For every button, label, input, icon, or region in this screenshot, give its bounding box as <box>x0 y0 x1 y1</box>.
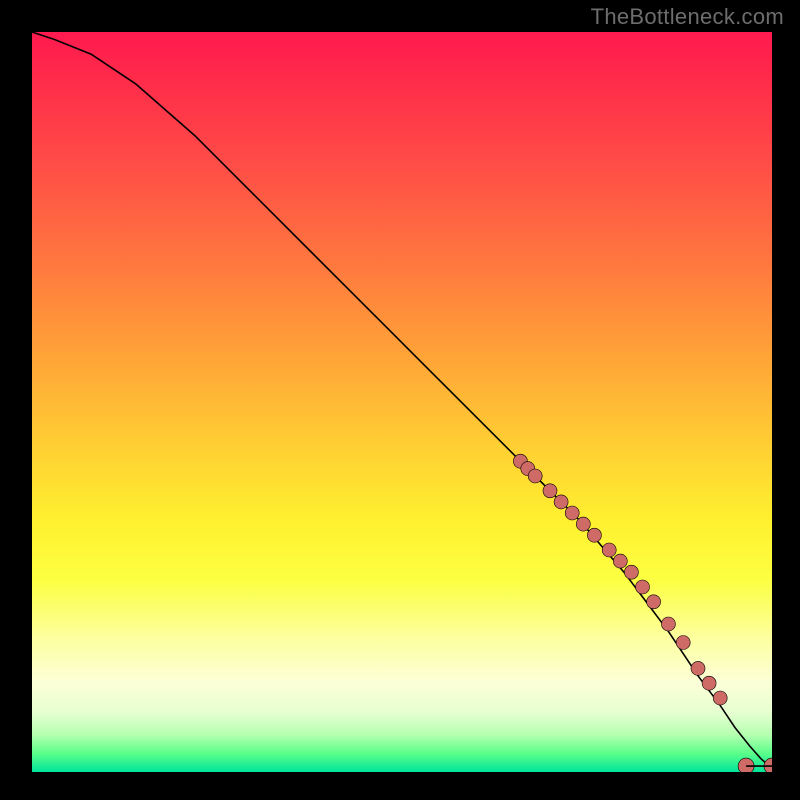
chart-overlay <box>32 32 772 772</box>
data-point <box>636 580 650 594</box>
data-point <box>602 543 616 557</box>
data-point <box>764 758 772 772</box>
chart-frame: TheBottleneck.com <box>0 0 800 800</box>
bottom-points <box>738 758 772 772</box>
data-point <box>543 484 557 498</box>
data-point <box>554 495 568 509</box>
data-point <box>713 691 727 705</box>
data-point <box>702 676 716 690</box>
watermark-text: TheBottleneck.com <box>591 4 784 30</box>
data-point <box>565 506 579 520</box>
data-point <box>676 636 690 650</box>
data-point <box>661 617 675 631</box>
data-point <box>613 554 627 568</box>
data-point <box>691 661 705 675</box>
scatter-points <box>513 454 727 705</box>
data-point <box>738 758 754 772</box>
main-curve <box>32 32 772 768</box>
data-point <box>528 469 542 483</box>
plot-area <box>32 32 772 772</box>
data-point <box>576 517 590 531</box>
data-point <box>647 595 661 609</box>
data-point <box>587 528 601 542</box>
data-point <box>624 565 638 579</box>
